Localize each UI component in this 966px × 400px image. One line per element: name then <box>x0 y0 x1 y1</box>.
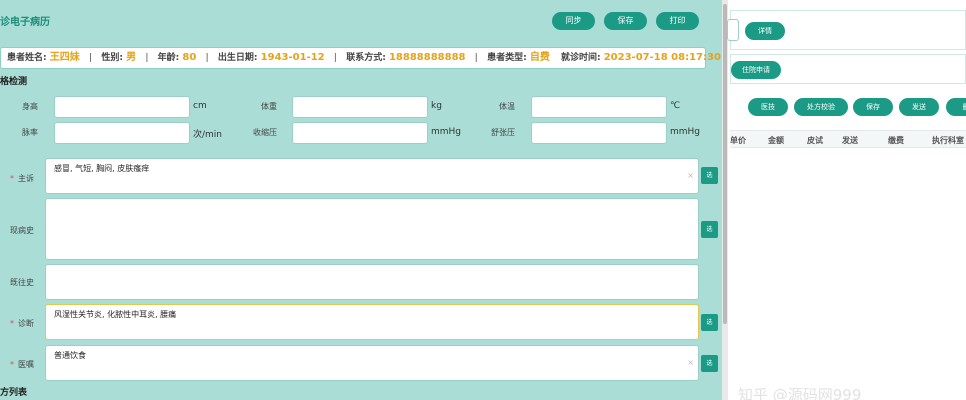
diagnosis-label-text: 诊断 <box>18 319 34 328</box>
age-label: 年龄: <box>157 53 180 63</box>
save-button[interactable]: 保存 <box>604 12 647 30</box>
required-mark: * <box>10 319 14 328</box>
chief-complaint-label-text: 主诉 <box>18 174 34 183</box>
temperature-unit: ℃ <box>670 101 681 111</box>
diagnosis-label: * 诊断 <box>0 318 34 329</box>
medical-advice-field[interactable]: 普通饮食 × <box>45 345 699 381</box>
exec-dept-header: 执行科室 <box>932 136 964 145</box>
skin-test-header: 皮试 <box>807 136 823 145</box>
systolic-label: 收缩压 <box>253 128 277 137</box>
inpatient-request-button[interactable]: 住院申请 <box>731 61 781 79</box>
unit-price-header: 单价 <box>730 136 746 145</box>
diagnosis-text: 风湿性关节炎, 化脓性中耳炎, 腰痛 <box>54 310 177 319</box>
emr-panel: 门诊电子病历 同步 保存 打印 患者姓名: 王四妹 | 性别: 男 | 年龄: … <box>0 0 722 400</box>
patient-type-value: 自费 <box>529 52 550 63</box>
weight-input[interactable] <box>292 96 428 118</box>
medical-advice-select-button[interactable]: 选 <box>701 355 718 372</box>
present-illness-label-text: 现病史 <box>10 226 34 235</box>
diastolic-input[interactable] <box>531 122 667 144</box>
systolic-input[interactable] <box>292 122 428 144</box>
medical-advice-label: * 医嘱 <box>0 359 34 370</box>
diagnosis-field[interactable]: 风湿性关节炎, 化脓性中耳炎, 腰痛 <box>45 304 699 340</box>
sync-button[interactable]: 同步 <box>552 12 595 30</box>
watermark-text: 知乎 @源码网999 <box>738 386 862 400</box>
patient-name: 王四妹 <box>49 52 80 63</box>
gender-value: 男 <box>126 52 137 63</box>
systolic-unit: mmHg <box>431 127 462 137</box>
past-history-label: 既往史 <box>0 277 34 288</box>
chief-complaint-label: * 主诉 <box>0 173 34 184</box>
present-illness-field[interactable] <box>45 198 699 260</box>
send-button[interactable]: 发送 <box>899 98 939 116</box>
right-panel: 详情 住院申请 医技 处方校验 保存 发送 删 单价 金额 皮试 发送 缴费 执… <box>727 0 966 400</box>
visit-time-value: 2023-07-18 08:17:30 <box>603 52 721 63</box>
present-illness-label: 现病史 <box>0 225 34 236</box>
past-history-field[interactable] <box>45 264 699 300</box>
detail-input[interactable] <box>727 19 739 41</box>
right-save-button[interactable]: 保存 <box>853 98 893 116</box>
pulse-unit: 次/min <box>193 130 223 140</box>
birth-label: 出生日期: <box>217 53 258 63</box>
detail-button[interactable]: 详情 <box>745 22 785 40</box>
contact-label: 联系方式: <box>346 53 386 63</box>
past-history-label-text: 既往史 <box>10 278 34 287</box>
present-illness-select-button[interactable]: 选 <box>701 221 718 238</box>
medical-advice-label-text: 医嘱 <box>18 360 34 369</box>
contact-value: 18888888888 <box>388 52 466 63</box>
divider: | <box>205 53 209 63</box>
prescription-check-button[interactable]: 处方校验 <box>794 98 848 116</box>
age-value: 80 <box>182 52 197 63</box>
vitals-section-title: 体格检测 <box>0 77 28 87</box>
required-mark: * <box>10 360 14 369</box>
inpatient-card: 住院申请 <box>730 54 966 84</box>
diagnosis-select-button[interactable]: 选 <box>701 314 718 331</box>
divider: | <box>145 53 149 63</box>
divider: | <box>333 53 338 63</box>
height-unit: cm <box>193 101 207 111</box>
medical-advice-text: 普通饮食 <box>54 351 86 360</box>
height-input[interactable] <box>54 96 190 118</box>
payment-header: 缴费 <box>888 136 904 145</box>
patient-name-label: 患者姓名: <box>7 53 47 63</box>
prescription-section-title: 处方列表 <box>0 388 28 398</box>
print-button[interactable]: 打印 <box>656 12 699 30</box>
patient-type-label: 患者类型: <box>487 53 527 63</box>
amount-header: 金额 <box>768 136 784 145</box>
detail-card: 详情 <box>727 10 966 50</box>
visit-time-label: 就诊时间: <box>560 53 601 63</box>
prescription-table-header: 单价 金额 皮试 发送 缴费 执行科室 <box>730 130 966 148</box>
birth-value: 1943-01-12 <box>260 52 325 63</box>
weight-unit: kg <box>431 101 442 111</box>
divider: | <box>88 53 93 63</box>
patient-info-bar: 患者姓名: 王四妹 | 性别: 男 | 年龄: 80 | 出生日期: 1943-… <box>0 47 721 69</box>
diastolic-unit: mmHg <box>670 127 701 137</box>
temperature-input[interactable] <box>531 96 667 118</box>
medical-tech-button[interactable]: 医技 <box>748 98 788 116</box>
clear-icon[interactable]: × <box>687 358 694 367</box>
chief-complaint-text: 感冒, 气短, 胸闷, 皮肤瘙痒 <box>54 164 150 173</box>
height-label: 身高 <box>22 102 38 111</box>
diastolic-label: 舒张压 <box>491 128 515 137</box>
pulse-input[interactable] <box>54 122 190 144</box>
delete-button[interactable]: 删 <box>946 98 966 116</box>
weight-label: 体重 <box>261 102 277 111</box>
page-title: 门诊电子病历 <box>0 17 50 28</box>
temperature-label: 体温 <box>499 102 515 111</box>
divider: | <box>474 53 478 63</box>
chief-complaint-select-button[interactable]: 选 <box>701 167 718 184</box>
scrollbar-thumb[interactable] <box>723 4 727 324</box>
chief-complaint-field[interactable]: 感冒, 气短, 胸闷, 皮肤瘙痒 × <box>45 158 699 194</box>
required-mark: * <box>10 174 14 183</box>
clear-icon[interactable]: × <box>687 171 694 180</box>
pulse-label: 脉率 <box>22 128 38 137</box>
gender-label: 性别: <box>101 53 123 63</box>
send-header: 发送 <box>842 136 858 145</box>
